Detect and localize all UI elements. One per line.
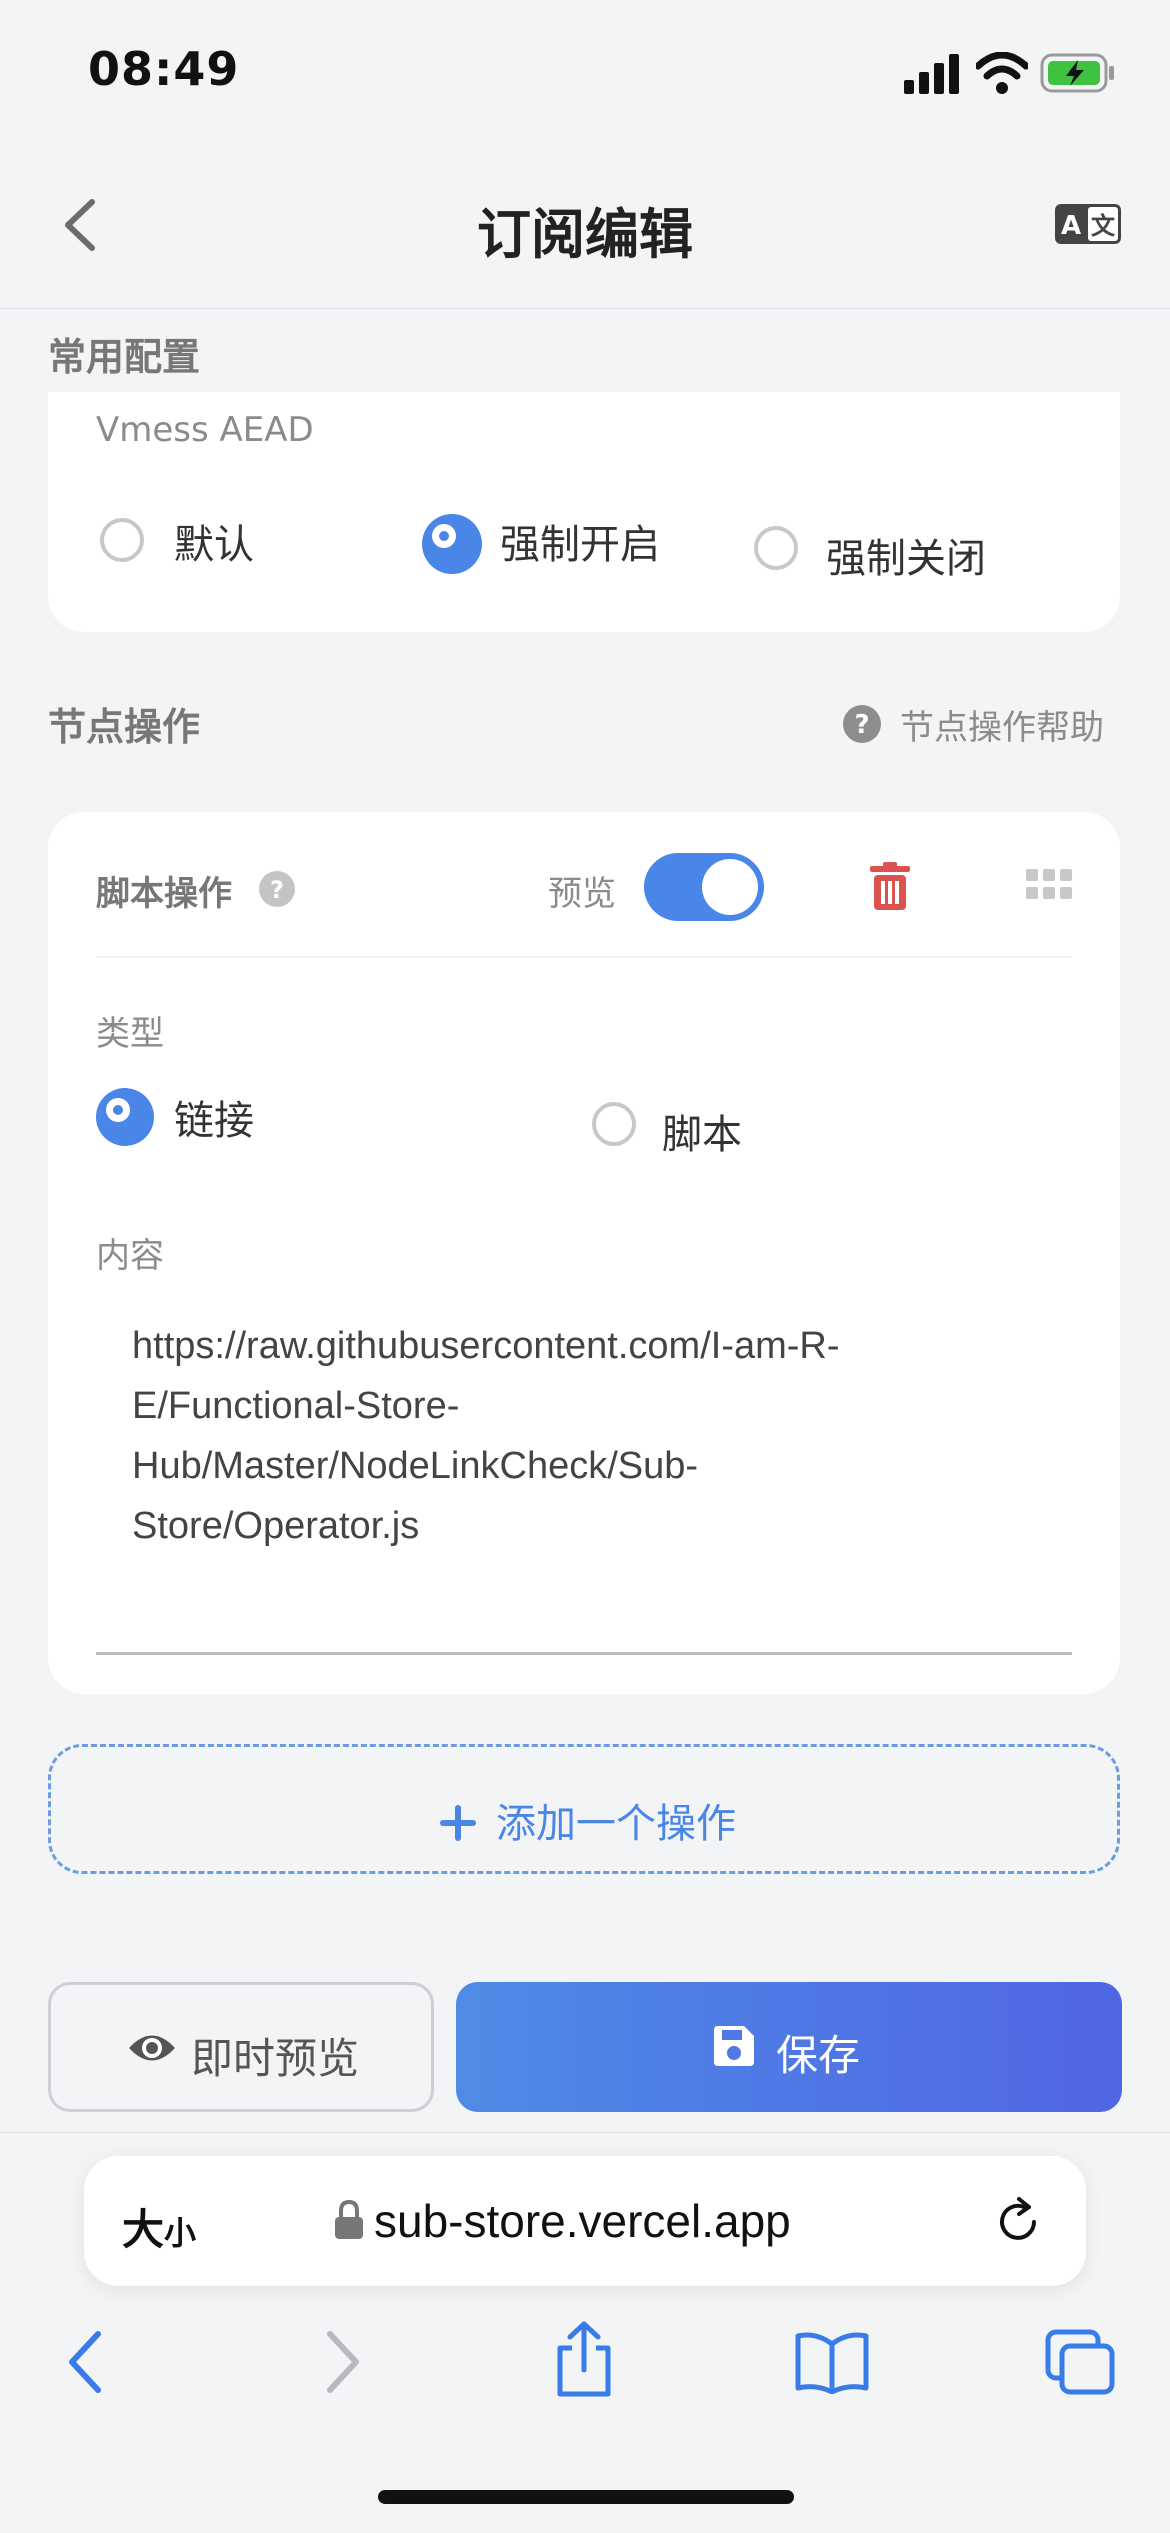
battery-charging-icon [1040, 53, 1114, 93]
content-label: 内容 [96, 1236, 164, 1276]
home-indicator [378, 2490, 794, 2504]
content-line: E/Functional-Store- [132, 1385, 460, 1427]
floppy-disk-icon [714, 2026, 754, 2066]
radio-option-default[interactable]: 默认 [100, 518, 400, 568]
radio-default[interactable] [100, 518, 144, 562]
radio-label-type-script: 脚本 [662, 1112, 742, 1158]
type-option-link[interactable]: 链接 [96, 1088, 396, 1148]
forward-nav-icon[interactable] [322, 2330, 362, 2394]
radio-type-link[interactable] [96, 1088, 154, 1146]
content-line: Hub/Master/NodeLinkCheck/Sub- [132, 1445, 699, 1487]
textarea-underline [96, 1652, 1072, 1655]
radio-force-off[interactable] [754, 526, 798, 570]
radio-label-force-off: 强制关闭 [826, 536, 986, 582]
radio-force-on[interactable] [422, 514, 482, 574]
text-size-button[interactable]: 大小 [122, 2196, 196, 2257]
share-icon[interactable] [552, 2320, 616, 2400]
translate-icon[interactable]: A 文 [1055, 204, 1121, 244]
add-operation-label: 添加一个操作 [51, 1791, 1123, 1849]
status-time: 08:49 [88, 42, 240, 96]
add-operation-text: 添加一个操作 [496, 1801, 736, 1847]
save-label: 保存 [776, 2031, 861, 2080]
section-title-node-ops: 节点操作 [48, 705, 201, 749]
type-option-script[interactable]: 脚本 [592, 1102, 892, 1162]
tabs-icon[interactable] [1044, 2328, 1116, 2396]
script-op-title: 脚本操作 [96, 874, 232, 914]
trash-icon[interactable] [870, 862, 910, 910]
radio-label-type-link: 链接 [174, 1098, 254, 1144]
svg-text:文: 文 [1091, 212, 1116, 240]
instant-preview-label: 即时预览 [191, 2034, 360, 2083]
question-circle-icon: ? [843, 705, 881, 743]
cellular-signal-icon [904, 54, 959, 94]
plus-icon [440, 1805, 476, 1841]
svg-text:?: ? [270, 876, 284, 904]
lock-icon [335, 2200, 363, 2239]
preview-toggle-label: 预览 [548, 874, 616, 914]
preview-toggle[interactable] [644, 853, 764, 921]
page-title: 订阅编辑 [477, 203, 693, 266]
address-bar[interactable]: 大小 sub-store.vercel.app [84, 2156, 1086, 2286]
wifi-icon [976, 52, 1028, 94]
card-divider [96, 956, 1072, 958]
save-button[interactable]: 保存 [456, 1982, 1122, 2112]
vmess-label: Vmess AEAD [96, 410, 314, 450]
instant-preview-button[interactable]: 即时预览 [48, 1982, 434, 2112]
svg-text:?: ? [854, 710, 869, 740]
radio-option-force-off[interactable]: 强制关闭 [754, 526, 1054, 582]
section-title-common-config: 常用配置 [48, 335, 201, 379]
url-text: sub-store.vercel.app [374, 2195, 791, 2247]
radio-label-default: 默认 [174, 522, 254, 568]
svg-text:A: A [1061, 211, 1081, 241]
radio-option-force-on[interactable]: 强制开启 [420, 512, 720, 574]
reload-icon[interactable] [994, 2196, 1044, 2248]
radio-label-force-on: 强制开启 [500, 522, 660, 568]
back-nav-icon[interactable] [66, 2330, 106, 2394]
content-textarea[interactable]: https://raw.githubusercontent.com/I-am-R… [96, 1316, 1072, 1652]
node-ops-help-label: 节点操作帮助 [900, 708, 1104, 748]
bookmarks-icon[interactable] [794, 2330, 870, 2394]
content-line: https://raw.githubusercontent.com/I-am-R… [132, 1325, 840, 1367]
eye-icon [129, 2035, 175, 2061]
content-line: Store/Operator.js [132, 1505, 420, 1547]
grip-icon[interactable] [1026, 869, 1074, 903]
add-operation-button[interactable]: 添加一个操作 [48, 1744, 1120, 1874]
script-op-help-icon[interactable]: ? [258, 870, 296, 908]
radio-type-script[interactable] [592, 1102, 636, 1146]
type-label: 类型 [96, 1014, 164, 1054]
